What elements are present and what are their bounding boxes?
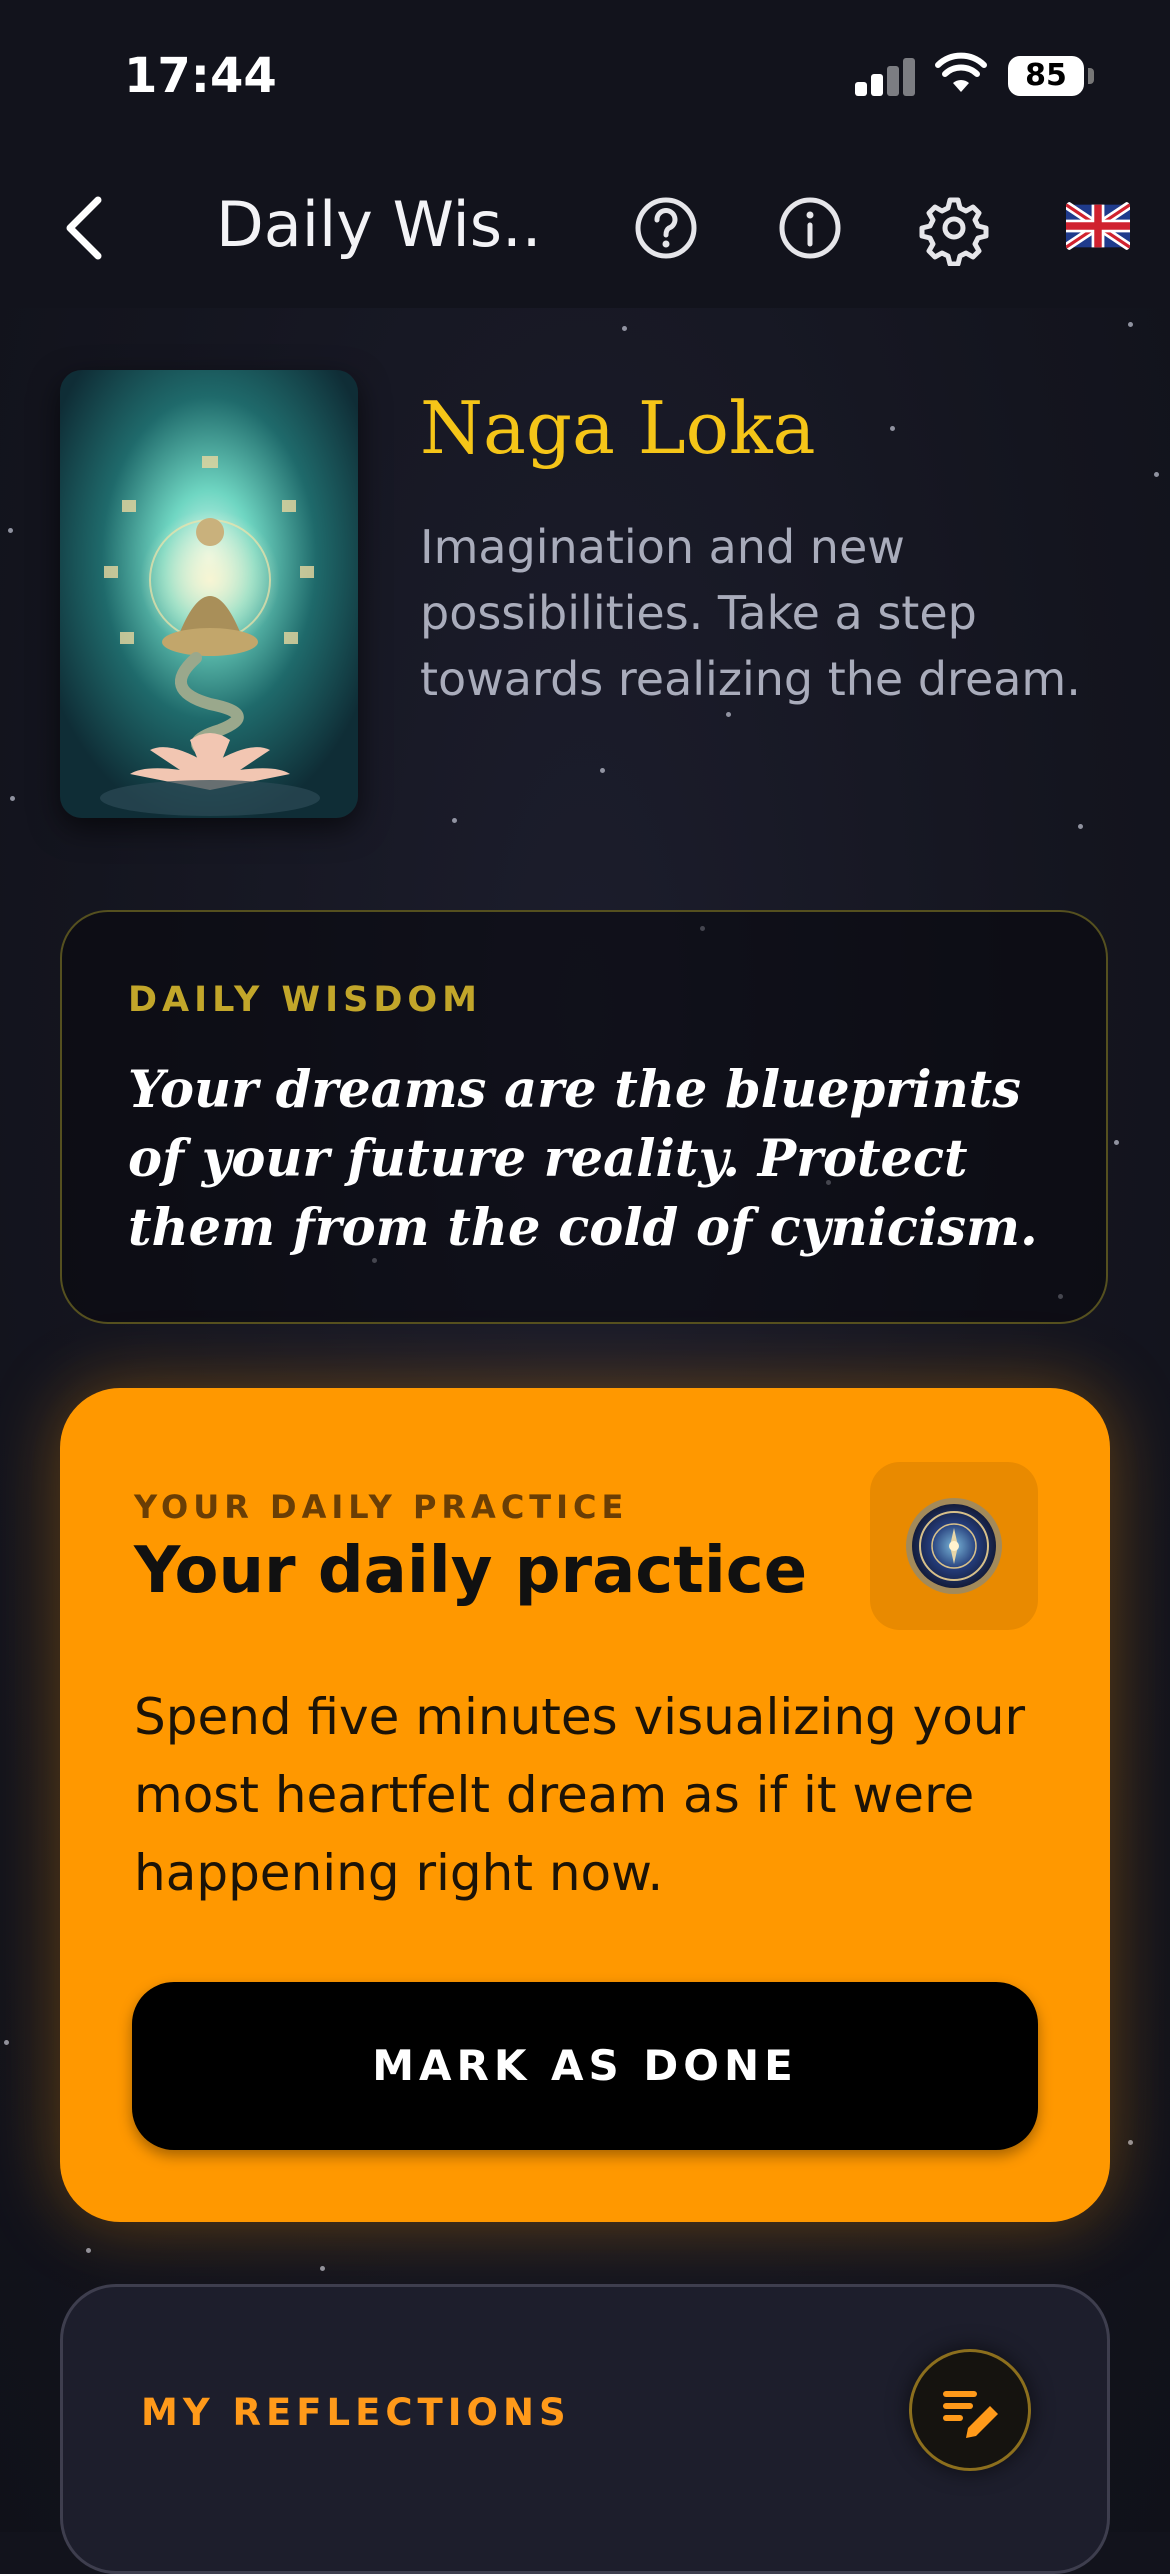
daily-wisdom-quote: Your dreams are the blueprints of your f… [128,1060,1038,1258]
my-reflections-label: MY REFLECTIONS [141,2391,571,2434]
daily-wisdom-label: DAILY WISDOM [128,980,483,1020]
uk-flag-icon[interactable] [1066,202,1130,250]
navigation-bar: Daily Wis... [0,150,1170,308]
add-reflection-button[interactable] [909,2349,1031,2471]
mark-as-done-button[interactable]: MARK AS DONE [132,1982,1038,2150]
my-reflections-panel: MY REFLECTIONS [60,2284,1110,2574]
battery-indicator: 85 [1008,56,1084,96]
gear-icon[interactable] [916,190,992,266]
back-chevron-icon[interactable] [52,188,122,268]
naga-loka-card-image [60,370,358,818]
practice-eyebrow-label: YOUR DAILY PRACTICE [134,1488,629,1526]
cellular-signal-icon [855,56,917,96]
practice-badge [870,1462,1038,1630]
battery-tip [1088,68,1094,84]
meditation-medallion-icon [906,1498,1002,1594]
card-title: Naga Loka [420,386,816,470]
wifi-icon [935,52,987,92]
card-subtitle: Imagination and new possibilities. Take … [420,520,1081,706]
status-bar: 17:44 85 [0,0,1170,150]
info-icon[interactable] [772,190,848,266]
help-icon[interactable] [628,190,704,266]
daily-practice-card: YOUR DAILY PRACTICE Your daily practice … [60,1388,1110,2222]
status-time: 17:44 [124,48,277,104]
page-title: Daily Wis... [216,188,536,261]
practice-description: Spend five minutes visualizing your most… [134,1688,1026,1902]
practice-title: Your daily practice [134,1534,808,1608]
daily-wisdom-panel: DAILY WISDOM Your dreams are the bluepri… [60,910,1108,1324]
edit-notes-icon [943,2391,998,2438]
